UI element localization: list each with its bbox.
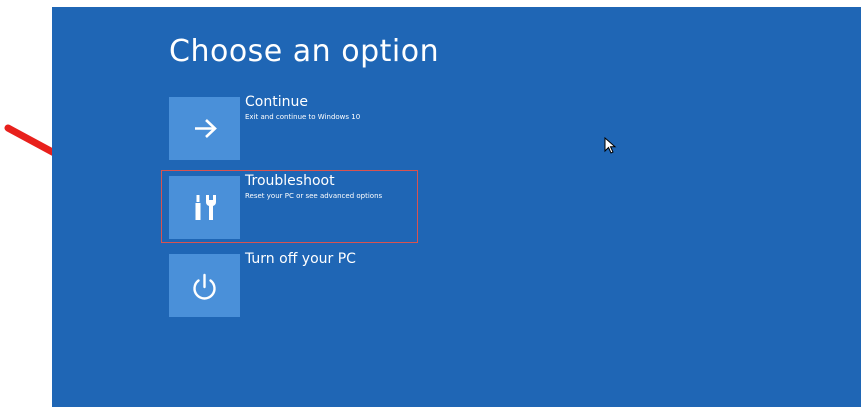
troubleshoot-label[interactable]: Troubleshoot [245, 173, 335, 189]
troubleshoot-tile[interactable] [169, 176, 240, 239]
arrow-right-icon [195, 119, 217, 138]
turn-off-option[interactable]: Turn off your PC [169, 251, 429, 317]
continue-option[interactable]: Continue Exit and continue to Windows 10 [169, 94, 429, 160]
page-title: Choose an option [169, 34, 440, 69]
canvas: Choose an option Continue Exit and conti… [0, 0, 861, 407]
turn-off-label[interactable]: Turn off your PC [245, 251, 356, 267]
continue-tile[interactable] [169, 97, 240, 160]
turn-off-tile[interactable] [169, 254, 240, 317]
mouse-cursor-icon [604, 137, 617, 154]
tools-icon [195, 195, 216, 220]
recovery-screen: Choose an option Continue Exit and conti… [52, 7, 861, 407]
troubleshoot-description: Reset your PC or see advanced options [245, 192, 383, 200]
power-icon [193, 273, 216, 300]
continue-label[interactable]: Continue [245, 94, 308, 110]
troubleshoot-option[interactable]: Troubleshoot Reset your PC or see advanc… [169, 173, 429, 239]
continue-description: Exit and continue to Windows 10 [245, 113, 361, 121]
